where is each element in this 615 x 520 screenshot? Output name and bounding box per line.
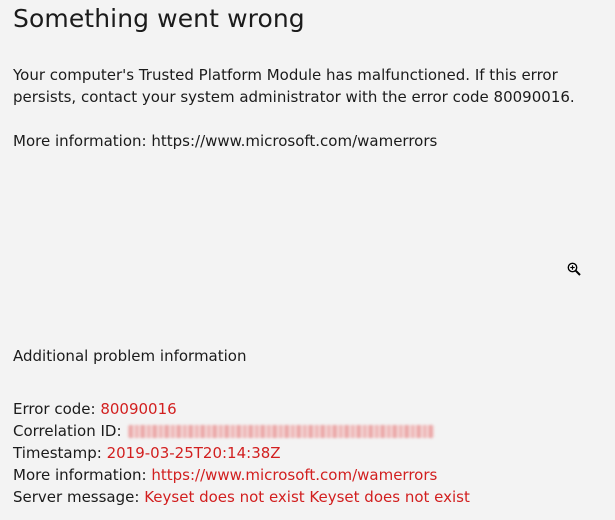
server-message-row: Server message: Keyset does not exist Ke… <box>13 486 470 508</box>
timestamp-row: Timestamp: 2019-03-25T20:14:38Z <box>13 442 470 464</box>
timestamp-value: 2019-03-25T20:14:38Z <box>106 444 281 462</box>
page-title: Something went wrong <box>13 4 305 33</box>
more-information-link[interactable]: https://www.microsoft.com/wamerrors <box>151 132 437 150</box>
more-information-label: More information: <box>13 132 147 150</box>
server-message-label: Server message: <box>13 488 140 506</box>
error-code-value: 80090016 <box>100 400 177 418</box>
error-page: Something went wrong Your computer's Tru… <box>0 0 615 520</box>
more-information-detail-link[interactable]: https://www.microsoft.com/wamerrors <box>151 466 437 484</box>
correlation-id-redacted-value <box>128 425 435 438</box>
more-information-row: More information: https://www.microsoft.… <box>13 464 470 486</box>
problem-details-list: Error code: 80090016 Correlation ID: Tim… <box>13 398 470 508</box>
server-message-value: Keyset does not exist Keyset does not ex… <box>144 488 470 506</box>
more-information-line: More information: https://www.microsoft.… <box>13 130 437 152</box>
error-message: Your computer's Trusted Platform Module … <box>13 66 575 106</box>
timestamp-label: Timestamp: <box>13 444 102 462</box>
zoom-in-icon <box>567 262 581 276</box>
more-information-detail-label: More information: <box>13 466 147 484</box>
correlation-id-label: Correlation ID: <box>13 422 122 440</box>
additional-info-heading: Additional problem information <box>13 347 247 365</box>
correlation-id-row: Correlation ID: <box>13 420 470 442</box>
error-code-label: Error code: <box>13 400 96 418</box>
error-code-row: Error code: 80090016 <box>13 398 470 420</box>
